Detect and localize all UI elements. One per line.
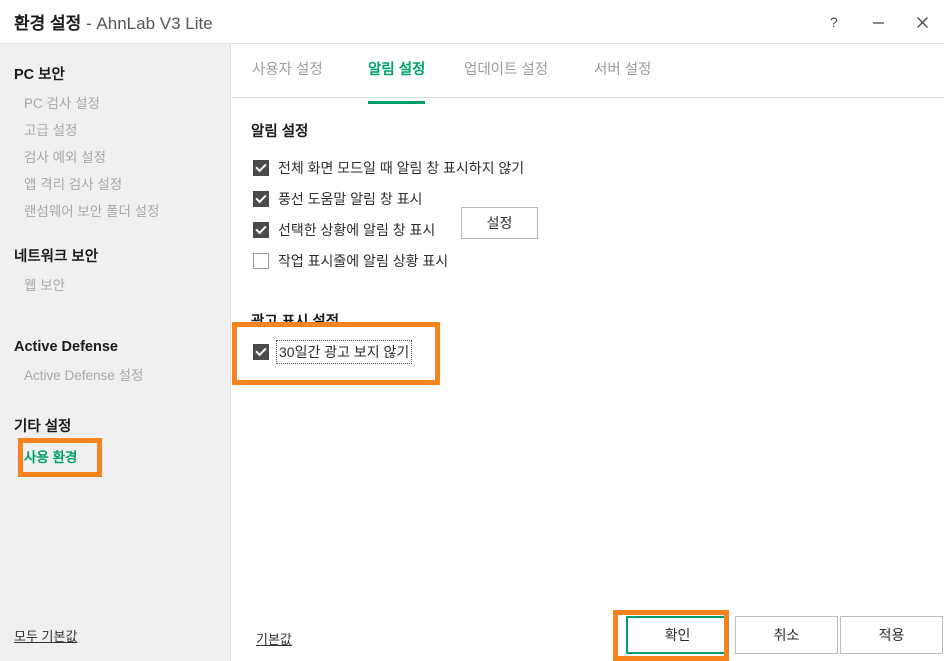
- sidebar-item-usage-environment[interactable]: 사용 환경: [0, 444, 77, 471]
- checkbox-label[interactable]: 30일간 광고 보지 않기: [275, 340, 413, 364]
- tab-notification-settings-label: 알림 설정: [368, 62, 426, 78]
- reset-defaults-link[interactable]: 기본값: [256, 629, 292, 648]
- sidebar-item-ransomware-folder-settings[interactable]: 랜섬웨어 보안 폴더 설정: [0, 198, 159, 225]
- tab-bar: 사용자 설정 알림 설정 업데이트 설정 서버 설정: [232, 44, 944, 104]
- notification-situations-settings-button[interactable]: 설정: [461, 207, 538, 239]
- checkbox-fullscreen-no-popup[interactable]: [253, 160, 269, 176]
- tab-update-settings[interactable]: 업데이트 설정: [464, 58, 548, 79]
- reset-all-defaults-link[interactable]: 모두 기본값: [14, 626, 77, 645]
- help-icon[interactable]: ?: [812, 0, 856, 44]
- checkbox-row-balloon-tooltip[interactable]: 풍선 도움말 알림 창 표시: [253, 189, 422, 209]
- sidebar-item-web-security[interactable]: 웹 보안: [0, 272, 98, 299]
- sidebar: PC 보안 PC 검사 설정 고급 설정 검사 예외 설정 앱 격리 검사 설정…: [0, 44, 231, 661]
- checkbox-label[interactable]: 풍선 도움말 알림 창 표시: [278, 189, 422, 209]
- checkbox-taskbar-status[interactable]: [253, 253, 269, 269]
- sidebar-item-advanced-settings[interactable]: 고급 설정: [0, 117, 159, 144]
- checkbox-row-fullscreen-no-popup[interactable]: 전체 화면 모드일 때 알림 창 표시하지 않기: [253, 158, 524, 178]
- settings-window: 환경 설정 - AhnLab V3 Lite ? PC 보안 PC 검사 설정 …: [0, 0, 944, 661]
- sidebar-group-other-settings: 기타 설정 사용 환경: [0, 418, 77, 471]
- window-title: 환경 설정 - AhnLab V3 Lite: [14, 9, 213, 34]
- active-tab-indicator: [368, 101, 426, 104]
- sidebar-group-title: 기타 설정: [14, 419, 72, 435]
- sidebar-group-network-security: 네트워크 보안 웹 보안: [0, 248, 98, 299]
- window-title-sub: - AhnLab V3 Lite: [86, 14, 213, 33]
- close-icon[interactable]: [900, 0, 944, 44]
- notification-settings-heading: 알림 설정: [251, 124, 309, 140]
- ad-settings-heading: 광고 표시 설정: [251, 314, 340, 330]
- sidebar-item-app-isolation-scan-settings[interactable]: 앱 격리 검사 설정: [0, 171, 159, 198]
- sidebar-group-active-defense: Active Defense Active Defense 설정: [0, 338, 143, 389]
- checkbox-row-hide-ads-30-days[interactable]: 30일간 광고 보지 않기: [253, 340, 413, 364]
- sidebar-item-scan-exception-settings[interactable]: 검사 예외 설정: [0, 144, 159, 171]
- tab-notification-settings[interactable]: 알림 설정: [368, 58, 426, 104]
- sidebar-group-title: Active Defense: [14, 339, 118, 355]
- ok-button[interactable]: 확인: [626, 616, 729, 654]
- tab-user-settings[interactable]: 사용자 설정: [252, 58, 323, 79]
- sidebar-group-title: PC 보안: [14, 67, 65, 83]
- tab-server-settings[interactable]: 서버 설정: [594, 58, 651, 79]
- window-title-main: 환경 설정: [14, 14, 82, 33]
- checkbox-label[interactable]: 작업 표시줄에 알림 상황 표시: [278, 251, 448, 271]
- window-controls: ?: [812, 0, 944, 44]
- sidebar-item-active-defense-settings[interactable]: Active Defense 설정: [0, 362, 143, 389]
- checkbox-row-taskbar-status[interactable]: 작업 표시줄에 알림 상황 표시: [253, 251, 448, 271]
- checkbox-selected-situations[interactable]: [253, 222, 269, 238]
- svg-text:?: ?: [830, 15, 838, 30]
- checkbox-hide-ads-30-days[interactable]: [253, 344, 269, 360]
- sidebar-group-title: 네트워크 보안: [14, 249, 99, 265]
- sidebar-group-pc-security: PC 보안 PC 검사 설정 고급 설정 검사 예외 설정 앱 격리 검사 설정…: [0, 66, 159, 225]
- content-panel: 사용자 설정 알림 설정 업데이트 설정 서버 설정 알림 설정 전체 화면 모…: [232, 44, 944, 661]
- checkbox-row-selected-situations[interactable]: 선택한 상황에 알림 창 표시: [253, 220, 435, 240]
- minimize-icon[interactable]: [856, 0, 900, 44]
- checkbox-label[interactable]: 전체 화면 모드일 때 알림 창 표시하지 않기: [278, 158, 524, 178]
- checkbox-balloon-tooltip[interactable]: [253, 191, 269, 207]
- checkbox-label[interactable]: 선택한 상황에 알림 창 표시: [278, 220, 435, 240]
- apply-button[interactable]: 적용: [840, 616, 943, 654]
- sidebar-item-pc-scan-settings[interactable]: PC 검사 설정: [0, 90, 159, 117]
- title-bar: 환경 설정 - AhnLab V3 Lite ?: [0, 0, 944, 44]
- cancel-button[interactable]: 취소: [735, 616, 838, 654]
